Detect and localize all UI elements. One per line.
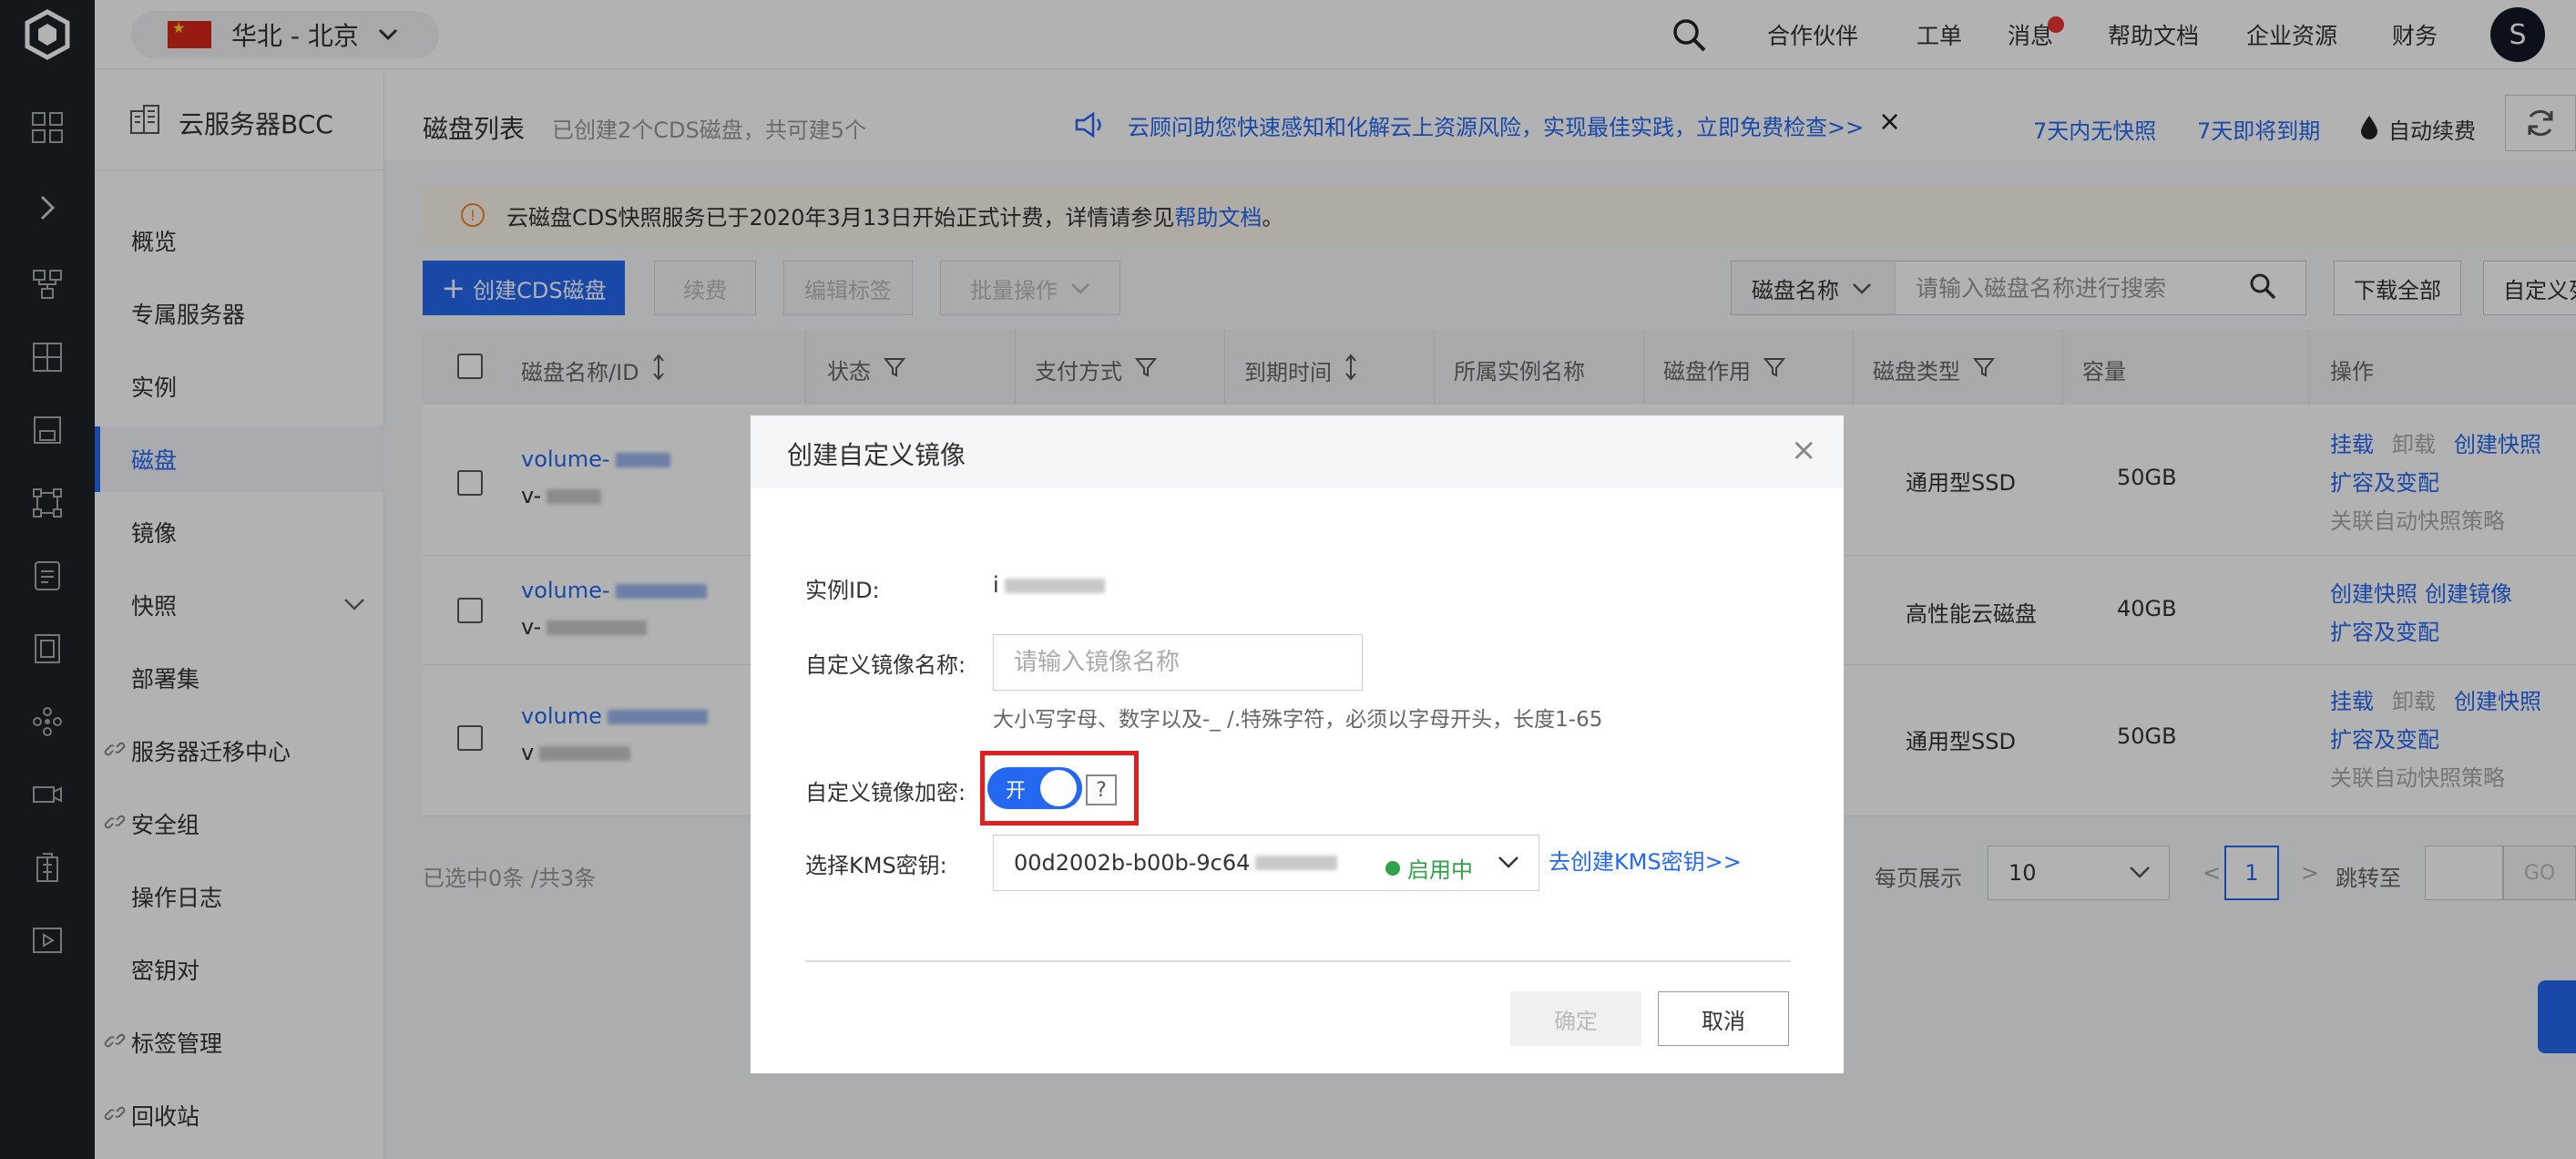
instance-id-text: i: [993, 572, 999, 598]
help-question-icon[interactable]: ?: [1086, 774, 1117, 805]
redacted-text: [1255, 856, 1338, 870]
confirm-button[interactable]: 确定: [1510, 991, 1641, 1046]
kms-status-badge: 启用中: [1385, 852, 1473, 884]
kms-status-text: 启用中: [1407, 857, 1473, 883]
image-encryption-label: 自定义镜像加密:: [805, 780, 966, 805]
close-icon[interactable]: ×: [1791, 432, 1817, 468]
toggle-knob: [1040, 770, 1077, 806]
dialog-title: 创建自定义镜像: [787, 440, 966, 470]
dialog-header: 创建自定义镜像 ×: [751, 415, 1844, 488]
image-name-label: 自定义镜像名称:: [805, 652, 966, 678]
create-custom-image-dialog: 创建自定义镜像 × 实例ID: i 自定义镜像名称: 大小写字母、数字以及-_ …: [751, 415, 1844, 1073]
instance-id-value: i: [993, 572, 1105, 598]
image-name-hint: 大小写字母、数字以及-_ /.特殊字符，必须以字母开头，长度1-65: [993, 708, 1603, 732]
redacted-text: [1004, 579, 1105, 593]
image-name-input[interactable]: [993, 634, 1363, 691]
encryption-toggle[interactable]: 开: [987, 767, 1082, 809]
dialog-divider: [805, 960, 1791, 962]
kms-key-select[interactable]: 00d2002b-b00b-9c64 启用中: [993, 835, 1539, 891]
instance-id-label: 实例ID:: [805, 578, 880, 603]
cancel-button[interactable]: 取消: [1658, 991, 1789, 1046]
toggle-on-label: 开: [1006, 780, 1027, 803]
kms-key-label: 选择KMS密钥:: [805, 853, 947, 878]
status-dot: [1385, 860, 1400, 876]
create-kms-key-link[interactable]: 去创建KMS密钥>>: [1549, 844, 1742, 876]
kms-key-value: 00d2002b-b00b-9c64: [1014, 850, 1251, 876]
chevron-down-icon: [1497, 850, 1520, 879]
